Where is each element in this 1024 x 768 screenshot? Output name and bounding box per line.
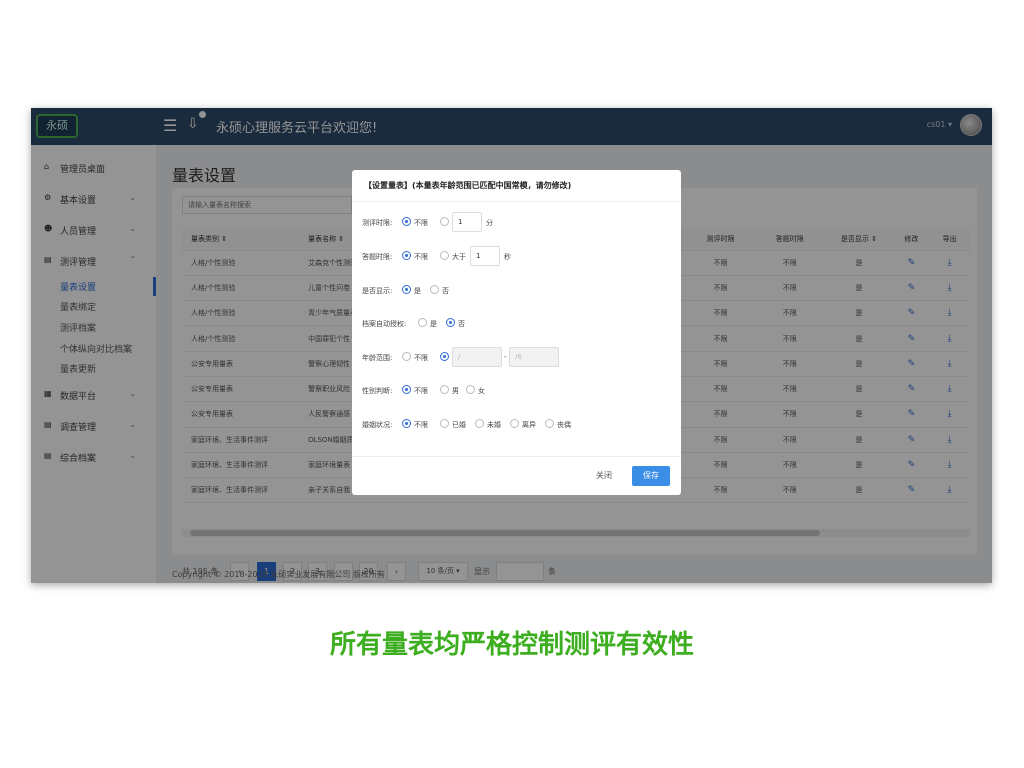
radio-range[interactable]: [440, 352, 449, 361]
radio-male[interactable]: [440, 385, 449, 394]
unit-label: 秒: [504, 253, 511, 261]
radio-label: 离异: [522, 421, 536, 429]
radio-more-than[interactable]: [440, 251, 449, 260]
divider: [352, 201, 681, 202]
radio-widowed[interactable]: [545, 419, 554, 428]
radio-no[interactable]: [446, 318, 455, 327]
test-limit-input[interactable]: 1: [452, 212, 482, 232]
age-range-row: 年龄范围: 不限 / - /6: [362, 347, 672, 367]
radio-label: 是: [430, 320, 437, 328]
test-limit-row: 测评时限: 不限 1 分: [362, 212, 672, 232]
radio-label: 女: [478, 387, 485, 395]
radio-label: 不限: [414, 354, 428, 362]
answer-limit-input[interactable]: 1: [470, 246, 500, 266]
radio-label: 大于: [452, 253, 466, 261]
radio-yes[interactable]: [418, 318, 427, 327]
gender-row: 性别判断: 不限 男 女: [362, 380, 672, 400]
divider: [352, 456, 681, 457]
field-label: 是否显示:: [362, 287, 393, 295]
radio-label: 未婚: [487, 421, 501, 429]
auto-auth-row: 档案自动授权: 是 否: [362, 313, 672, 333]
radio-unlimited[interactable]: [402, 419, 411, 428]
dialog-title: 【设置量表】(本量表年龄范围已匹配中国常模，请勿修改): [364, 181, 572, 190]
radio-label: 否: [458, 320, 465, 328]
save-button[interactable]: 保存: [632, 466, 670, 486]
radio-label: 不限: [414, 253, 428, 261]
radio-label: 否: [442, 287, 449, 295]
age-to-input[interactable]: /6: [509, 347, 559, 367]
field-label: 婚姻状况:: [362, 421, 393, 429]
radio-female[interactable]: [466, 385, 475, 394]
radio-label: 是: [414, 287, 421, 295]
field-label: 测评时限:: [362, 219, 393, 227]
settings-dialog: 【设置量表】(本量表年龄范围已匹配中国常模，请勿修改) 测评时限: 不限 1 分…: [352, 170, 681, 495]
radio-unlimited[interactable]: [402, 251, 411, 260]
age-from-input[interactable]: /: [452, 347, 502, 367]
radio-yes[interactable]: [402, 285, 411, 294]
field-label: 性别判断:: [362, 387, 393, 395]
unit-label: 分: [486, 219, 493, 227]
radio-limited[interactable]: [440, 217, 449, 226]
marital-row: 婚姻状况: 不限 已婚 未婚 离异 丧偶: [362, 414, 672, 434]
radio-label: 不限: [414, 219, 428, 227]
radio-unlimited[interactable]: [402, 385, 411, 394]
slogan-caption: 所有量表均严格控制测评有效性: [329, 630, 694, 660]
range-dash: -: [504, 353, 507, 361]
radio-label: 男: [452, 387, 459, 395]
radio-no[interactable]: [430, 285, 439, 294]
radio-label: 丧偶: [557, 421, 571, 429]
answer-limit-row: 答题时限: 不限 大于 1 秒: [362, 246, 672, 266]
radio-label: 不限: [414, 387, 428, 395]
radio-unmarried[interactable]: [475, 419, 484, 428]
radio-unlimited[interactable]: [402, 352, 411, 361]
radio-divorced[interactable]: [510, 419, 519, 428]
field-label: 档案自动授权:: [362, 320, 407, 328]
field-label: 年龄范围:: [362, 354, 393, 362]
radio-unlimited[interactable]: [402, 217, 411, 226]
close-button[interactable]: 关闭: [596, 470, 612, 481]
radio-label: 不限: [414, 421, 428, 429]
display-row: 是否显示: 是 否: [362, 280, 672, 300]
radio-label: 已婚: [452, 421, 466, 429]
field-label: 答题时限:: [362, 253, 393, 261]
radio-married[interactable]: [440, 419, 449, 428]
